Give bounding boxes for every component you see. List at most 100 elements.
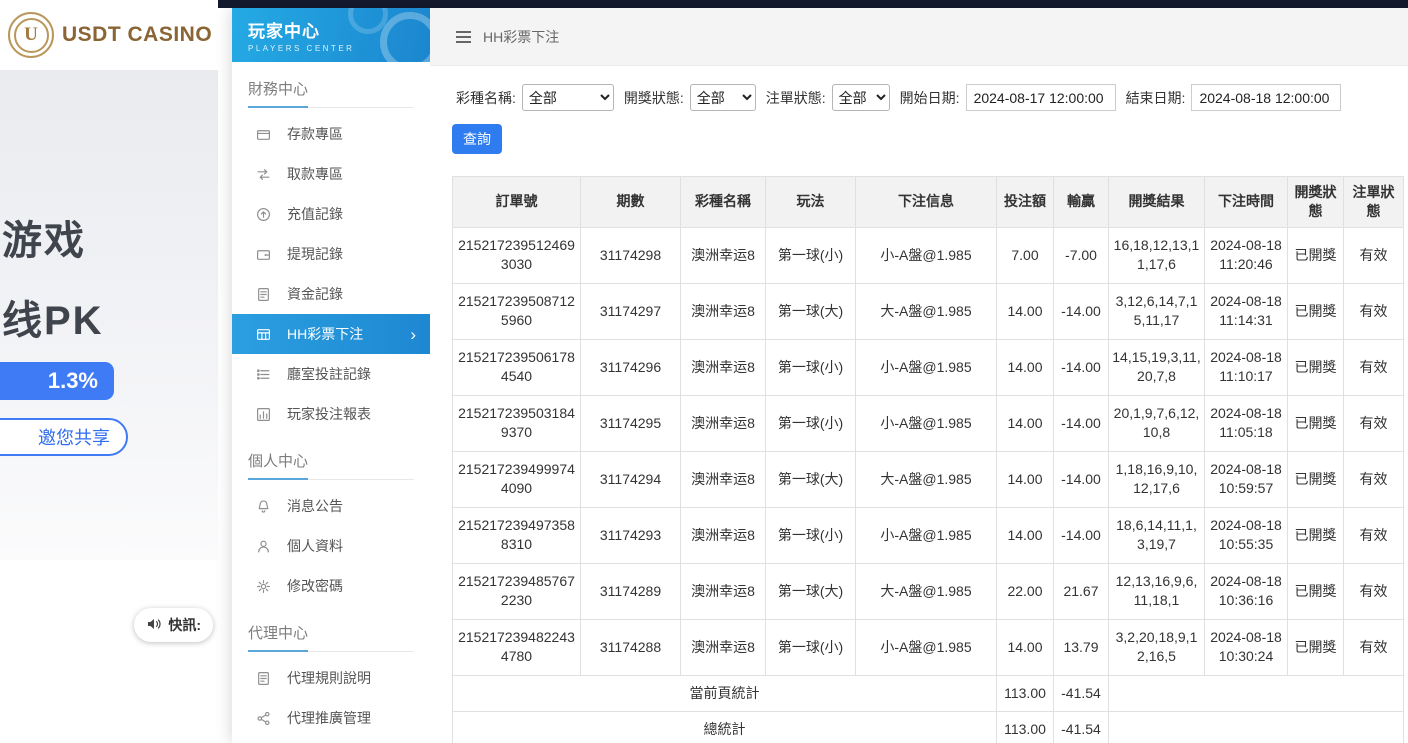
sidebar-item[interactable]: 取款專區	[232, 154, 430, 194]
table-cell: 第一球(小)	[766, 619, 856, 675]
table-header-row: 訂單號期數彩種名稱玩法下注信息投注額輸贏開獎結果下注時間開獎狀態注單狀態	[453, 177, 1404, 228]
lottery-icon	[256, 327, 272, 342]
order-status-filter-label: 注單狀態:	[766, 88, 826, 108]
column-header: 下注時間	[1205, 177, 1288, 228]
sidebar-item-label: 充值記錄	[287, 204, 343, 224]
table-cell: -14.00	[1054, 507, 1109, 563]
summary-empty-cell	[1109, 711, 1404, 743]
sidebar-item[interactable]: 廳室投註記錄	[232, 354, 430, 394]
sidebar-item[interactable]: 代理推廣管理	[232, 698, 430, 738]
table-cell: 12,13,16,9,6,11,18,1	[1109, 563, 1205, 619]
table-cell: 澳洲幸运8	[681, 395, 766, 451]
sidebar-item[interactable]: 消息公告	[232, 486, 430, 526]
table-cell: 14,15,19,3,11,20,7,8	[1109, 339, 1205, 395]
table-row: 215217239485767223031174289澳洲幸运8第一球(大)大-…	[453, 563, 1404, 619]
sidebar-item[interactable]: 修改密碼	[232, 566, 430, 606]
promo-rate-badge: 1.3%	[0, 362, 114, 400]
screen: U USDT CASINO 游戏 线PK 1.3% 邀您共享 快訊: 玩家中心 …	[0, 0, 1408, 743]
table-cell: 已開獎	[1288, 451, 1344, 507]
sidebar-item[interactable]: 代理規則說明	[232, 658, 430, 698]
announcement-icon	[256, 499, 272, 514]
sidebar-item-label: 玩家投注報表	[287, 404, 371, 424]
sidebar-item[interactable]: 充值記錄	[232, 194, 430, 234]
table-cell: 31174297	[581, 283, 681, 339]
table-cell: -14.00	[1054, 283, 1109, 339]
sidebar-item-label: 代理推廣管理	[287, 708, 371, 728]
table-cell: 2152172394973588310	[453, 507, 581, 563]
table-cell: 小-A盤@1.985	[856, 619, 997, 675]
sidebar-item-label: HH彩票下注	[287, 324, 363, 344]
table-cell: 澳洲幸运8	[681, 619, 766, 675]
promo-invite-button[interactable]: 邀您共享	[0, 418, 128, 456]
table-body: 215217239512469303031174298澳洲幸运8第一球(小)小-…	[453, 227, 1404, 743]
sidebar-item-label: 廳室投註記錄	[287, 364, 371, 384]
table-cell: 大-A盤@1.985	[856, 563, 997, 619]
table-cell: 3,2,20,18,9,12,16,5	[1109, 619, 1205, 675]
content: 彩種名稱: 全部 開獎狀態: 全部 注單狀態: 全部 開始日期: 結束日期:	[430, 66, 1408, 743]
background-page: U USDT CASINO 游戏 线PK 1.3% 邀您共享 快訊:	[0, 0, 218, 743]
speaker-icon	[146, 617, 162, 634]
table-cell: 大-A盤@1.985	[856, 451, 997, 507]
hamburger-menu-icon[interactable]	[456, 31, 471, 43]
sidebar-item[interactable]: HH彩票下注›	[232, 314, 430, 354]
table-cell: 3,12,6,14,7,15,11,17	[1109, 283, 1205, 339]
sidebar-item-label: 存款專區	[287, 124, 343, 144]
column-header: 玩法	[766, 177, 856, 228]
column-header: 彩種名稱	[681, 177, 766, 228]
table-cell: 第一球(小)	[766, 227, 856, 283]
lottery-filter-label: 彩種名稱:	[456, 88, 516, 108]
table-cell: 澳洲幸运8	[681, 339, 766, 395]
start-date-input[interactable]	[966, 84, 1116, 111]
table-cell: 小-A盤@1.985	[856, 507, 997, 563]
sidebar-item[interactable]: 資金記錄	[232, 274, 430, 314]
password-icon	[256, 579, 272, 594]
table-cell: 2024-08-18 10:36:16	[1205, 563, 1288, 619]
table-cell: 7.00	[997, 227, 1054, 283]
table-cell: 小-A盤@1.985	[856, 339, 997, 395]
sidebar-item[interactable]: 存款專區	[232, 114, 430, 154]
sidebar-item-label: 消息公告	[287, 496, 343, 516]
table-cell: 澳洲幸运8	[681, 563, 766, 619]
sidebar-title: 玩家中心	[248, 17, 430, 42]
table-cell: 澳洲幸运8	[681, 451, 766, 507]
room-bets-icon	[256, 367, 272, 382]
table-cell: 2152172394857672230	[453, 563, 581, 619]
lottery-select[interactable]: 全部	[522, 84, 614, 111]
players-center-panel: 玩家中心 PLAYERS CENTER 財務中心存款專區取款專區充值記錄提現記錄…	[232, 8, 1408, 743]
table-cell: 小-A盤@1.985	[856, 227, 997, 283]
page-top-strip	[218, 0, 1408, 8]
table-cell: 31174289	[581, 563, 681, 619]
filter-bar: 彩種名稱: 全部 開獎狀態: 全部 注單狀態: 全部 開始日期: 結束日期:	[452, 84, 1400, 111]
sidebar-item-label: 提現記錄	[287, 244, 343, 264]
table-cell: 第一球(大)	[766, 563, 856, 619]
table-cell: 13.79	[1054, 619, 1109, 675]
table-row: 215217239512469303031174298澳洲幸运8第一球(小)小-…	[453, 227, 1404, 283]
news-label: 快訊:	[168, 615, 201, 635]
table-row: 215217239506178454031174296澳洲幸运8第一球(小)小-…	[453, 339, 1404, 395]
table-cell: 澳洲幸运8	[681, 283, 766, 339]
draw-status-select[interactable]: 全部	[690, 84, 756, 111]
order-status-select[interactable]: 全部	[832, 84, 890, 111]
table-row: 215217239499974409031174294澳洲幸运8第一球(大)大-…	[453, 451, 1404, 507]
table-cell: 2152172395061784540	[453, 339, 581, 395]
sidebar-header: 玩家中心 PLAYERS CENTER	[232, 8, 430, 62]
table-row: 215217239482243478031174288澳洲幸运8第一球(小)小-…	[453, 619, 1404, 675]
table-cell: -14.00	[1054, 339, 1109, 395]
table-cell: 已開獎	[1288, 283, 1344, 339]
sidebar-item[interactable]: 玩家投注報表	[232, 394, 430, 434]
table-cell: 第一球(小)	[766, 395, 856, 451]
sidebar-section-title: 個人中心	[248, 450, 414, 480]
query-button[interactable]: 查詢	[452, 124, 502, 154]
sidebar-item-label: 修改密碼	[287, 576, 343, 596]
page-title: HH彩票下注	[483, 27, 559, 47]
news-ticker-pill[interactable]: 快訊:	[134, 608, 213, 642]
end-date-input[interactable]	[1191, 84, 1341, 111]
table-cell: 14.00	[997, 451, 1054, 507]
table-cell: 有效	[1344, 283, 1404, 339]
sidebar-item[interactable]: 提現記錄	[232, 234, 430, 274]
table-cell: 已開獎	[1288, 563, 1344, 619]
table-cell: 16,18,12,13,11,17,6	[1109, 227, 1205, 283]
promo-banner: 游戏 线PK 1.3% 邀您共享	[0, 70, 218, 560]
table-cell: 14.00	[997, 283, 1054, 339]
sidebar-item[interactable]: 個人資料	[232, 526, 430, 566]
